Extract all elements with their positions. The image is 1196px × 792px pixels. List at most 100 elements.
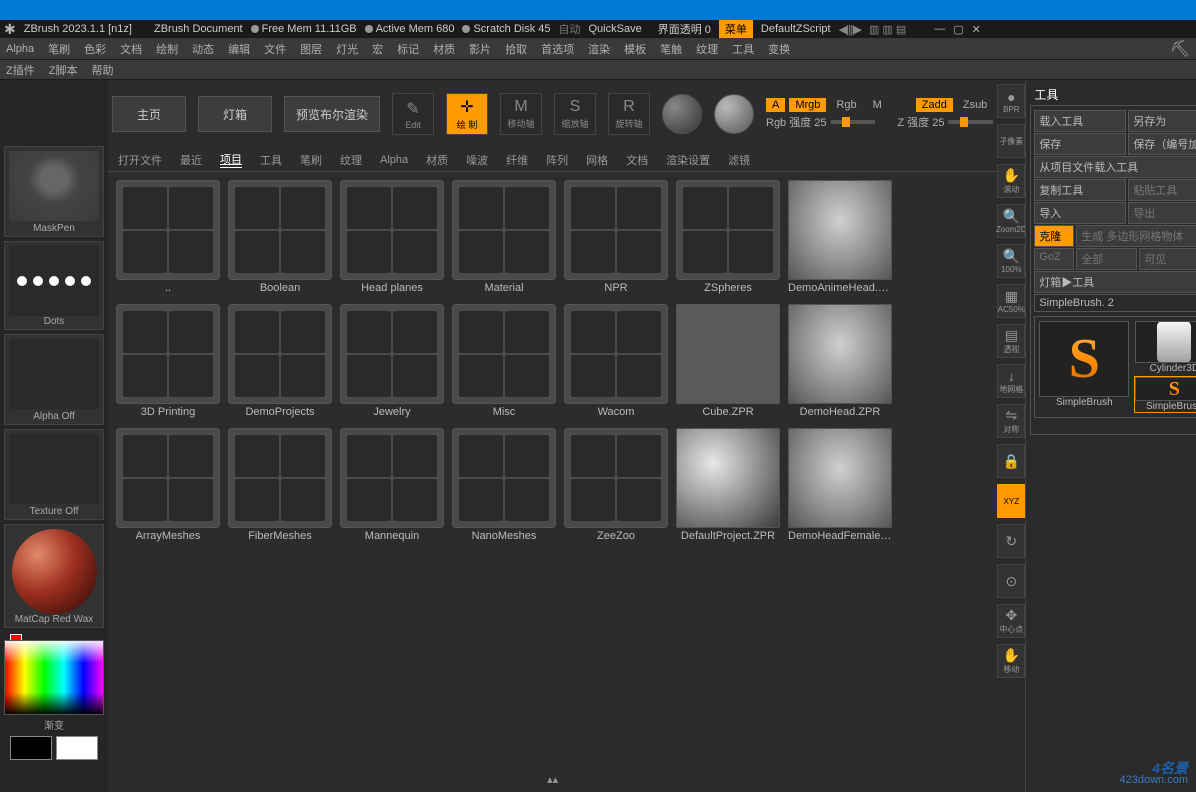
zsub-toggle[interactable]: Zsub (957, 98, 993, 112)
tab-纤维[interactable]: 纤维 (506, 152, 528, 168)
file-DemoAnimeHead.ZPR[interactable]: DemoAnimeHead.ZPR (786, 180, 894, 294)
render-sphere-2[interactable] (714, 94, 754, 134)
rgb-toggle[interactable]: Rgb (830, 98, 862, 112)
tab-滤镜[interactable]: 滤镜 (728, 152, 750, 168)
menu-笔刷[interactable]: 笔刷 (48, 41, 70, 57)
menu-材质[interactable]: 材质 (433, 41, 455, 57)
file-..[interactable]: .. (114, 180, 222, 294)
goz-button[interactable]: GoZ (1034, 248, 1074, 270)
draw-mode-button[interactable]: ✛绘 制 (446, 93, 488, 135)
tab-最近[interactable]: 最近 (180, 152, 202, 168)
color-picker-tile[interactable]: 渐变 (4, 632, 104, 766)
alpha-tile[interactable]: Alpha Off (4, 334, 104, 425)
file-Head planes[interactable]: Head planes (338, 180, 446, 294)
render-sphere-1[interactable] (662, 94, 702, 134)
file-DemoProjects[interactable]: DemoProjects (226, 304, 334, 418)
side-BPR[interactable]: ●BPR (997, 84, 1025, 118)
file-ZeeZoo[interactable]: ZeeZoo (562, 428, 670, 542)
file-ZSpheres[interactable]: ZSpheres (674, 180, 782, 294)
export-button[interactable]: 导出 (1128, 202, 1196, 224)
file-Wacom[interactable]: Wacom (562, 304, 670, 418)
zadd-toggle[interactable]: Zadd (916, 98, 953, 112)
color-picker[interactable] (4, 640, 104, 715)
gen-polymesh-button[interactable]: 生成 多边形网格物体 (1076, 225, 1196, 247)
tab-材质[interactable]: 材质 (426, 152, 448, 168)
file-DefaultProject.ZPR[interactable]: DefaultProject.ZPR (674, 428, 782, 542)
side-AC50%[interactable]: ▦AC50% (997, 284, 1025, 318)
lightbox-button[interactable]: 灯箱 (198, 96, 272, 132)
swatch-black[interactable] (10, 736, 52, 760)
swatch-white[interactable] (56, 736, 98, 760)
scale-button[interactable]: S缩放轴 (554, 93, 596, 135)
status-auto[interactable]: 自动 (559, 21, 581, 37)
maximize-button[interactable]: ▢ (953, 23, 963, 36)
file-DemoHead.ZPR[interactable]: DemoHead.ZPR (786, 304, 894, 418)
menu-图层[interactable]: 图层 (300, 41, 322, 57)
minimize-button[interactable]: — (934, 23, 945, 35)
tab-项目[interactable]: 项目 (220, 151, 242, 168)
tab-Alpha[interactable]: Alpha (380, 154, 408, 166)
file-3D Printing[interactable]: 3D Printing (114, 304, 222, 418)
tab-阵列[interactable]: 阵列 (546, 152, 568, 168)
file-DemoHeadFemale.ZPR[interactable]: DemoHeadFemale.ZPR (786, 428, 894, 542)
menu-动态[interactable]: 动态 (192, 41, 214, 57)
menu-标记[interactable]: 标记 (397, 41, 419, 57)
copy-tool-button[interactable]: 复制工具 (1034, 179, 1126, 201)
move-button[interactable]: M移动轴 (500, 93, 542, 135)
save-as-button[interactable]: 另存为 (1128, 110, 1196, 132)
file-Jewelry[interactable]: Jewelry (338, 304, 446, 418)
menu-笔触[interactable]: 笔触 (660, 41, 682, 57)
menu-文档[interactable]: 文档 (120, 41, 142, 57)
tab-网格[interactable]: 网格 (586, 152, 608, 168)
current-tool-name[interactable]: SimpleBrush. 2 (1034, 294, 1196, 312)
menu-纹理[interactable]: 纹理 (696, 41, 718, 57)
tab-笔刷[interactable]: 笔刷 (300, 152, 322, 168)
menu-绘制[interactable]: 绘制 (156, 41, 178, 57)
file-Misc[interactable]: Misc (450, 304, 558, 418)
file-NPR[interactable]: NPR (562, 180, 670, 294)
menu-灯光[interactable]: 灯光 (336, 41, 358, 57)
file-NanoMeshes[interactable]: NanoMeshes (450, 428, 558, 542)
home-button[interactable]: 主页 (112, 96, 186, 132)
side-中心点[interactable]: ✥中心点 (997, 604, 1025, 638)
side-移动[interactable]: ✋移动 (997, 644, 1025, 678)
menu-变换[interactable]: 变换 (768, 41, 790, 57)
menu-编辑[interactable]: 编辑 (228, 41, 250, 57)
goz-visible-button[interactable]: 可见 (1139, 248, 1196, 270)
clone-button[interactable]: 克隆 (1034, 225, 1074, 247)
menu-Alpha[interactable]: Alpha (6, 43, 34, 55)
m-toggle[interactable]: M (867, 98, 888, 112)
ui-transparency[interactable]: 界面透明 0 (658, 21, 711, 37)
menu-模板[interactable]: 模板 (624, 41, 646, 57)
tool-slot-3[interactable]: S SimpleBrush (1134, 376, 1196, 413)
edit-mode-button[interactable]: ✎Edit (392, 93, 434, 135)
goz-all-button[interactable]: 全部 (1076, 248, 1137, 270)
tool-slot-1[interactable]: S SimpleBrush (1039, 321, 1129, 413)
save-incremental-button[interactable]: 保存（编号加 1） (1128, 133, 1196, 155)
menu-帮助[interactable]: 帮助 (91, 62, 113, 78)
menu-文件[interactable]: 文件 (264, 41, 286, 57)
quicksave-button[interactable]: QuickSave (589, 23, 642, 35)
default-zscript[interactable]: DefaultZScript (761, 23, 831, 35)
file-ArrayMeshes[interactable]: ArrayMeshes (114, 428, 222, 542)
menu-渲染[interactable]: 渲染 (588, 41, 610, 57)
file-Material[interactable]: Material (450, 180, 558, 294)
menu-button[interactable]: 菜单 (719, 20, 753, 38)
rgb-intensity-slider[interactable] (831, 120, 876, 124)
side-100%[interactable]: 🔍100% (997, 244, 1025, 278)
mrgb-toggle[interactable]: Mrgb (789, 98, 826, 112)
side-子像素[interactable]: 子像素 (997, 124, 1025, 158)
side-↻[interactable]: ↻ (997, 524, 1025, 558)
tab-工具[interactable]: 工具 (260, 152, 282, 168)
menu-色彩[interactable]: 色彩 (84, 41, 106, 57)
tab-渲染设置[interactable]: 渲染设置 (666, 152, 710, 168)
menu-首选项[interactable]: 首选项 (541, 41, 574, 57)
load-tool-button[interactable]: 载入工具 (1034, 110, 1126, 132)
side-🔒[interactable]: 🔒 (997, 444, 1025, 478)
tab-纹理[interactable]: 纹理 (340, 152, 362, 168)
side-透视[interactable]: ▤透视 (997, 324, 1025, 358)
file-Cube.ZPR[interactable]: Cube.ZPR (674, 304, 782, 418)
save-button[interactable]: 保存 (1034, 133, 1126, 155)
prefs-icon[interactable]: ⛏ (1170, 39, 1190, 59)
preview-bool-button[interactable]: 预览布尔渲染 (284, 96, 380, 132)
